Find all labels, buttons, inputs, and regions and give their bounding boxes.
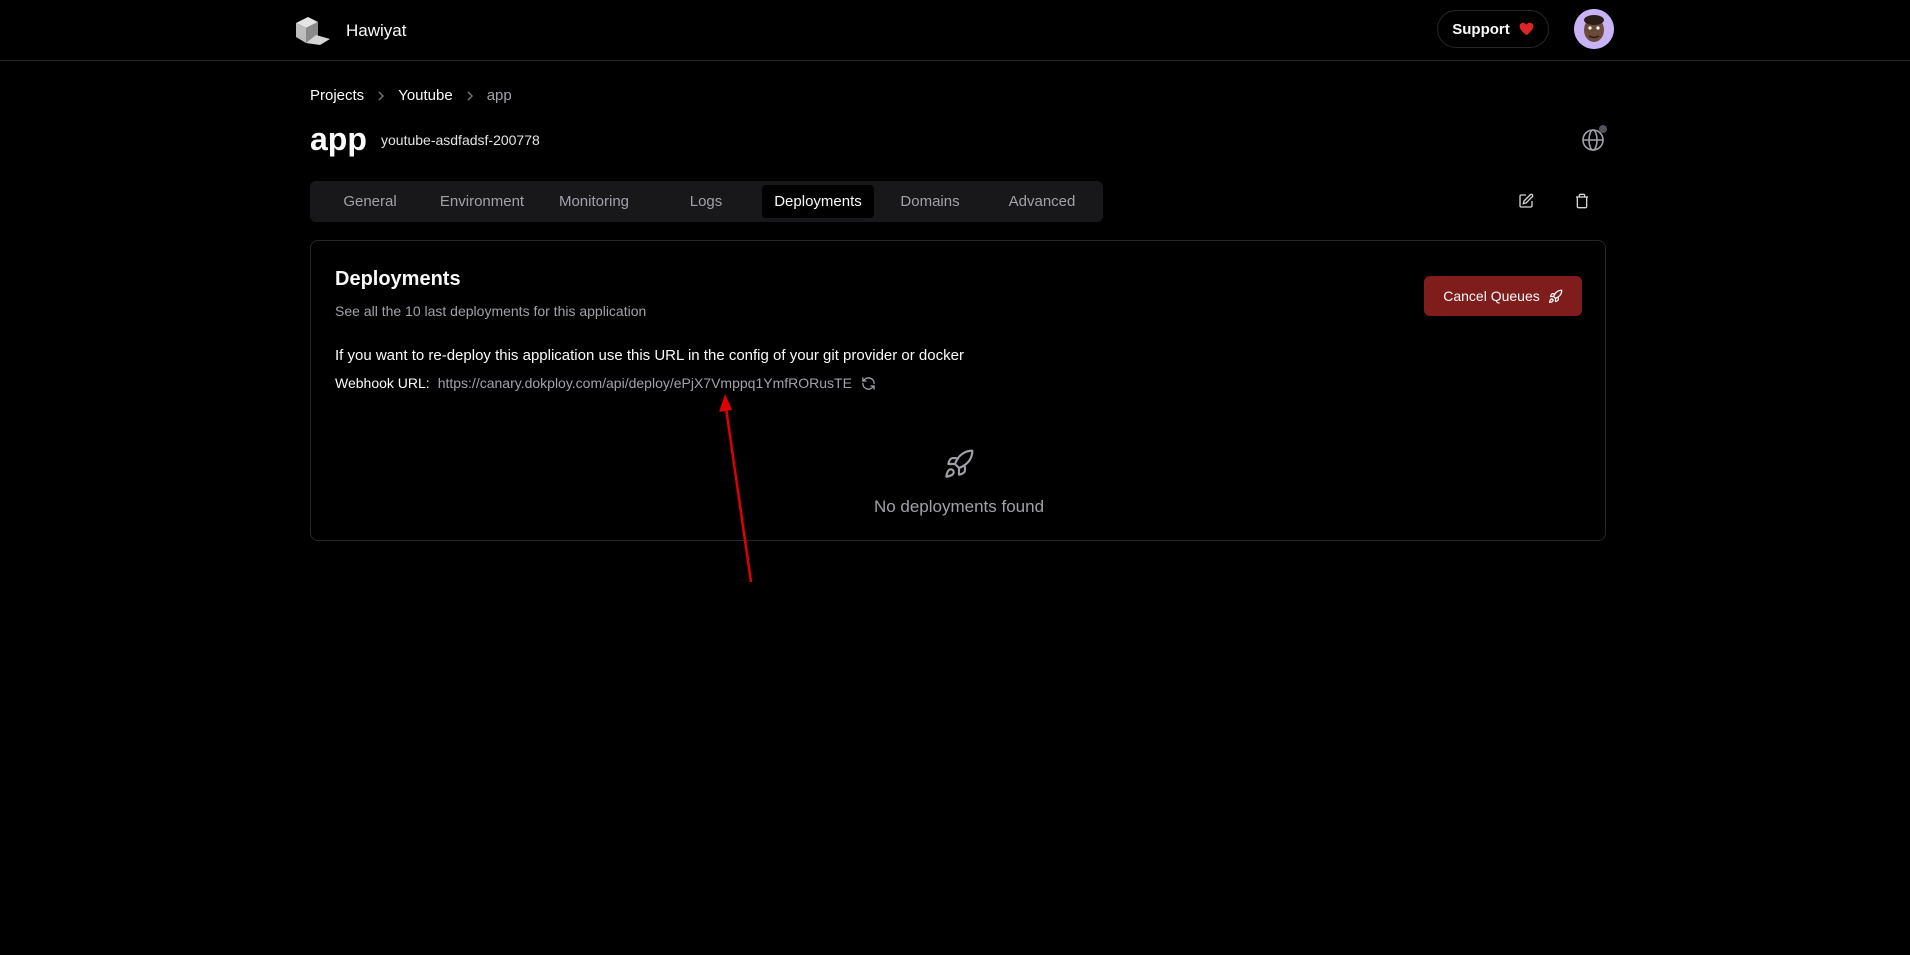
breadcrumb-youtube[interactable]: Youtube (398, 87, 453, 104)
user-avatar[interactable] (1574, 9, 1614, 49)
empty-state-text: No deployments found (873, 497, 1045, 516)
breadcrumb: Projects Youtube app (310, 87, 512, 104)
status-dot (1599, 125, 1607, 133)
brand-name[interactable]: Hawiyat (346, 21, 406, 41)
edit-button[interactable] (1515, 190, 1537, 212)
heart-icon (1519, 22, 1534, 36)
refresh-icon[interactable] (861, 376, 876, 391)
chevron-right-icon (376, 90, 386, 102)
breadcrumb-projects[interactable]: Projects (310, 87, 364, 104)
card-subtitle: See all the 10 last deployments for this… (335, 303, 647, 319)
webhook-row: Webhook URL: https://canary.dokploy.com/… (335, 375, 876, 391)
app-slug: youtube-asdfadsf-200778 (381, 132, 540, 148)
tab-monitoring[interactable]: Monitoring (538, 185, 650, 218)
top-navbar: Hawiyat Support (0, 0, 1910, 61)
webhook-label: Webhook URL: (335, 375, 430, 391)
card-title: Deployments (335, 268, 461, 290)
support-button[interactable]: Support (1437, 10, 1549, 48)
delete-button[interactable] (1571, 190, 1593, 212)
tab-domains[interactable]: Domains (874, 185, 986, 218)
page-title: app (310, 121, 367, 157)
tab-environment[interactable]: Environment (426, 185, 538, 218)
webhook-url[interactable]: https://canary.dokploy.com/api/deploy/eP… (438, 375, 852, 391)
breadcrumb-app: app (486, 87, 512, 104)
cancel-queues-label: Cancel Queues (1443, 288, 1540, 304)
deployments-card: Deployments See all the 10 last deployme… (310, 240, 1606, 541)
avatar-face-icon (1574, 9, 1614, 49)
tab-logs[interactable]: Logs (650, 185, 762, 218)
rocket-icon (945, 449, 974, 478)
tab-deployments[interactable]: Deployments (762, 185, 874, 218)
cube-logo-icon[interactable] (294, 15, 330, 45)
tab-list: General Environment Monitoring Logs Depl… (310, 181, 1103, 222)
trash-icon (1576, 193, 1588, 209)
support-label: Support (1452, 20, 1510, 38)
cancel-queues-button[interactable]: Cancel Queues (1424, 276, 1582, 316)
tab-general[interactable]: General (314, 185, 426, 218)
edit-icon (1519, 193, 1534, 208)
rocket-icon (1548, 289, 1563, 303)
redeploy-instructions: If you want to re-deploy this applicatio… (335, 347, 964, 364)
chevron-right-icon (465, 90, 475, 102)
tab-advanced[interactable]: Advanced (986, 185, 1098, 218)
annotation-arrow-icon (719, 394, 753, 583)
